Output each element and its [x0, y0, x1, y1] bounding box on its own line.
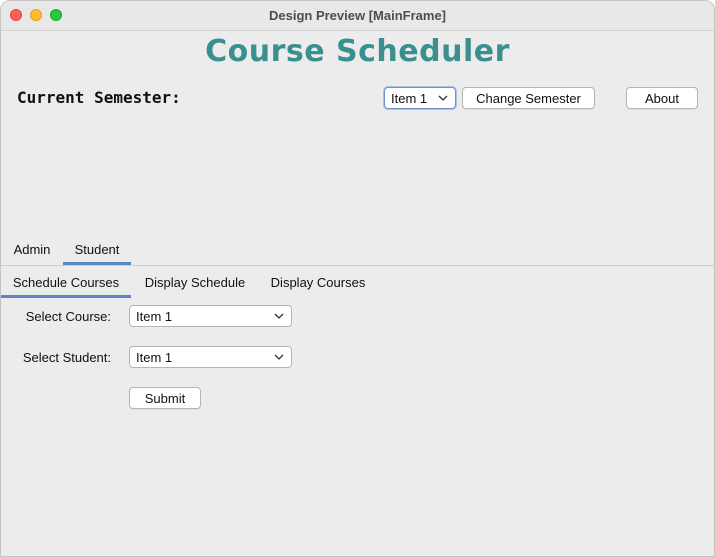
- tab-admin[interactable]: Admin: [7, 242, 57, 257]
- select-course-label: Select Course:: [25, 309, 111, 324]
- course-combo[interactable]: Item 1: [129, 305, 292, 327]
- about-button[interactable]: About: [626, 87, 698, 109]
- tab-display-schedule[interactable]: Display Schedule: [135, 275, 255, 290]
- select-student-label: Select Student:: [22, 350, 111, 365]
- submit-button[interactable]: Submit: [129, 387, 201, 409]
- current-semester-label: Current Semester:: [17, 88, 181, 107]
- chevron-down-icon: [274, 354, 284, 360]
- main-window: Design Preview [MainFrame] Course Schedu…: [0, 0, 715, 557]
- window-title: Design Preview [MainFrame]: [269, 8, 446, 23]
- app-title: Course Scheduler: [205, 34, 510, 69]
- semester-combo[interactable]: Item 1: [384, 87, 456, 109]
- semester-combo-value: Item 1: [391, 90, 428, 106]
- student-combo-value: Item 1: [136, 349, 173, 365]
- student-combo[interactable]: Item 1: [129, 346, 292, 368]
- chevron-down-icon: [438, 95, 448, 101]
- title-bar: Design Preview [MainFrame]: [1, 1, 714, 31]
- tab-display-courses[interactable]: Display Courses: [261, 275, 375, 290]
- outer-tab-divider: [1, 265, 714, 266]
- tab-schedule-courses[interactable]: Schedule Courses: [1, 275, 131, 290]
- course-combo-value: Item 1: [136, 308, 173, 324]
- tab-schedule-courses-indicator: [1, 295, 131, 298]
- tab-student[interactable]: Student: [63, 242, 131, 257]
- change-semester-button[interactable]: Change Semester: [462, 87, 595, 109]
- chevron-down-icon: [274, 313, 284, 319]
